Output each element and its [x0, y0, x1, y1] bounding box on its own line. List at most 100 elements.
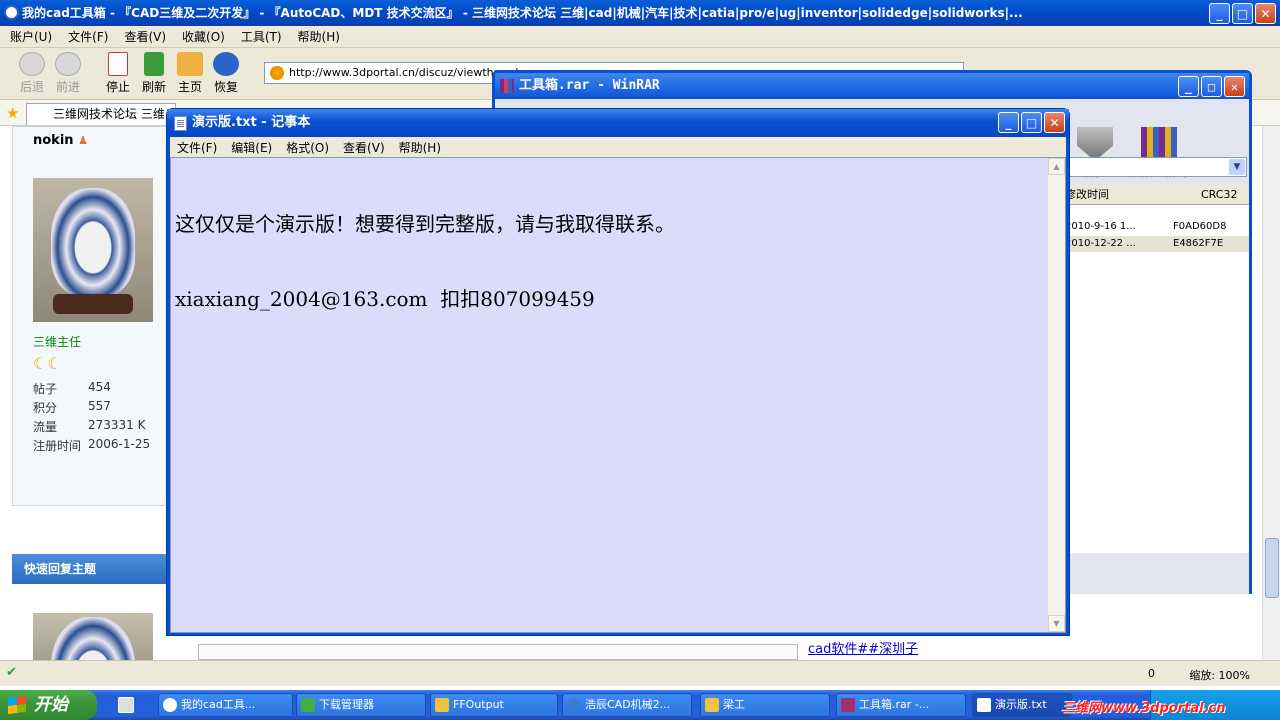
- task-winrar[interactable]: 工具箱.rar -...: [836, 693, 966, 717]
- winrar-minimize-button[interactable]: _: [1178, 76, 1199, 97]
- task-download-manager[interactable]: 下载管理器: [296, 693, 426, 717]
- winrar-file-list: 2010-9-16 1... F0AD60D8 2010-12-22 ... E…: [1065, 205, 1249, 553]
- minimize-button[interactable]: _: [1209, 3, 1230, 24]
- back-arrow-icon: [19, 52, 45, 76]
- scroll-up-icon[interactable]: ▲: [1048, 158, 1065, 175]
- task-gstarcad[interactable]: 浩辰CAD机械2...: [562, 693, 692, 717]
- stat-registered: 注册时间 2006-1-25: [33, 437, 151, 453]
- notepad-menu-file[interactable]: 文件(F): [177, 139, 217, 156]
- folder-icon: [435, 698, 449, 712]
- menu-help[interactable]: 帮助(H): [298, 28, 340, 45]
- forward-arrow-icon: [55, 52, 81, 76]
- notepad-menu-bar: 文件(F) 编辑(E) 格式(O) 查看(V) 帮助(H): [170, 137, 1066, 157]
- restore-button[interactable]: 恢复: [208, 52, 244, 95]
- notepad-window: 演示版.txt - 记事本 _ □ ✕ 文件(F) 编辑(E) 格式(O) 查看…: [166, 108, 1070, 636]
- refresh-icon: [144, 52, 164, 76]
- stop-icon: [108, 52, 128, 76]
- show-desktop-icon[interactable]: [118, 697, 134, 713]
- page-scrollbar[interactable]: [1262, 126, 1280, 660]
- user-rank: 三维主任: [33, 335, 82, 349]
- stat-posts: 帖子 454: [33, 380, 111, 396]
- menu-favorites[interactable]: 收藏(O): [182, 28, 225, 45]
- favorites-star-icon[interactable]: ★: [6, 104, 19, 122]
- home-icon: [177, 52, 203, 76]
- stat-points: 积分 557: [33, 399, 111, 415]
- status-count: 0: [1148, 667, 1155, 680]
- stop-button[interactable]: 停止: [100, 52, 136, 95]
- start-button[interactable]: 开始: [0, 690, 97, 720]
- refresh-button[interactable]: 刷新: [136, 52, 172, 95]
- winrar-title-bar[interactable]: 工具箱.rar - WinRAR _ □ ✕: [495, 73, 1249, 99]
- task-folder-liang[interactable]: 梁工: [700, 693, 830, 717]
- chevron-down-icon[interactable]: ▼: [1229, 159, 1245, 175]
- column-crc[interactable]: CRC32: [1201, 185, 1237, 205]
- scroll-down-icon[interactable]: ▼: [1048, 615, 1065, 632]
- notepad-menu-view[interactable]: 查看(V): [343, 139, 385, 156]
- browser-menu-bar: 账户(U) 文件(F) 查看(V) 收藏(O) 工具(T) 帮助(H): [0, 26, 1280, 48]
- file-row[interactable]: 2010-9-16 1... F0AD60D8: [1065, 219, 1249, 235]
- task-browser[interactable]: 我的cad工具...: [158, 693, 293, 717]
- avatar-secondary: [33, 613, 153, 660]
- zoom-level[interactable]: 缩放: 100%: [1189, 667, 1250, 683]
- username[interactable]: nokin ♟: [33, 133, 88, 148]
- menu-tools[interactable]: 工具(T): [241, 28, 282, 45]
- tab-forum[interactable]: 三维网技术论坛 三维: [26, 103, 176, 125]
- winrar-maximize-button[interactable]: □: [1201, 76, 1222, 97]
- notepad-close-button[interactable]: ✕: [1044, 112, 1065, 133]
- notepad-scrollbar[interactable]: ▲ ▼: [1048, 158, 1065, 632]
- menu-file[interactable]: 文件(F): [68, 28, 108, 45]
- home-button[interactable]: 主页: [172, 52, 208, 95]
- avatar: [33, 178, 153, 322]
- winrar-icon: [841, 698, 855, 712]
- text-line-2: xiaxiang_2004@163.com 扣扣807099459: [175, 287, 595, 311]
- file-row[interactable]: 2010-12-22 ... E4862F7E: [1065, 236, 1249, 252]
- winrar-close-button[interactable]: ✕: [1224, 76, 1245, 97]
- user-status-icon: ♟: [78, 134, 88, 147]
- notepad-menu-help[interactable]: 帮助(H): [399, 139, 441, 156]
- notepad-maximize-button[interactable]: □: [1021, 112, 1042, 133]
- address-text: http://www.3dportal.cn/discuz/viewthread: [289, 66, 519, 79]
- notepad-icon: [174, 116, 187, 131]
- shield-icon: [1077, 127, 1113, 161]
- browser-status-bar: ✔ 0 缩放: 100%: [0, 660, 1280, 686]
- notepad-minimize-button[interactable]: _: [998, 112, 1019, 133]
- browser-title-bar: 我的cad工具箱 - 『CAD三维及二次开发』 - 『AutoCAD、MDT 技…: [0, 0, 1280, 26]
- notepad-menu-format[interactable]: 格式(O): [286, 139, 329, 156]
- maximize-button[interactable]: □: [1232, 3, 1253, 24]
- site-watermark: 三维网www.3dportal.cn: [1062, 701, 1226, 716]
- undo-icon: [213, 52, 239, 76]
- notepad-text-area[interactable]: 这仅仅是个演示版！想要得到完整版，请与我取得联系。 xiaxiang_2004@…: [170, 157, 1066, 633]
- quick-reply-header[interactable]: 快速回复主题: [12, 554, 168, 584]
- browser-icon: [163, 698, 177, 712]
- folder-icon: [705, 698, 719, 712]
- gstarcad-icon: [567, 698, 581, 712]
- task-ffoutput[interactable]: FFOutput: [430, 693, 558, 717]
- site-favicon-icon: [270, 66, 284, 80]
- thread-link[interactable]: cad软件##深圳子: [808, 638, 918, 657]
- close-button[interactable]: ✕: [1255, 3, 1276, 24]
- browser-title: 我的cad工具箱 - 『CAD三维及二次开发』 - 『AutoCAD、MDT 技…: [22, 6, 1023, 20]
- winrar-column-header: 修改时间 CRC32: [1065, 185, 1249, 205]
- text-line-1: 这仅仅是个演示版！想要得到完整版，请与我取得联系。: [175, 212, 675, 236]
- done-check-icon: ✔: [6, 665, 17, 680]
- notepad-icon: [977, 698, 991, 712]
- back-button[interactable]: 后退: [14, 52, 50, 95]
- task-notepad[interactable]: 演示版.txt: [972, 693, 1072, 717]
- stat-traffic: 流量 273331 K: [33, 418, 146, 434]
- reply-textbox[interactable]: [198, 644, 798, 660]
- browser-window-controls: _ □ ✕: [1209, 3, 1276, 24]
- winrar-path-combo[interactable]: ▼: [1065, 157, 1247, 177]
- notepad-menu-edit[interactable]: 编辑(E): [231, 139, 272, 156]
- menu-view[interactable]: 查看(V): [124, 28, 166, 45]
- rank-moons-icon: ☾☾: [33, 354, 62, 373]
- winrar-icon: [500, 79, 514, 93]
- forward-button[interactable]: 前进: [50, 52, 86, 95]
- sfx-archive-icon: [1141, 127, 1177, 161]
- download-icon: [301, 698, 315, 712]
- menu-account[interactable]: 账户(U): [10, 28, 52, 45]
- page-scroll-thumb[interactable]: [1265, 538, 1279, 598]
- vase-image: [51, 188, 135, 296]
- notepad-title-bar[interactable]: 演示版.txt - 记事本 _ □ ✕: [167, 109, 1069, 137]
- windows-logo-icon: [8, 696, 26, 714]
- browser-icon: [4, 5, 19, 20]
